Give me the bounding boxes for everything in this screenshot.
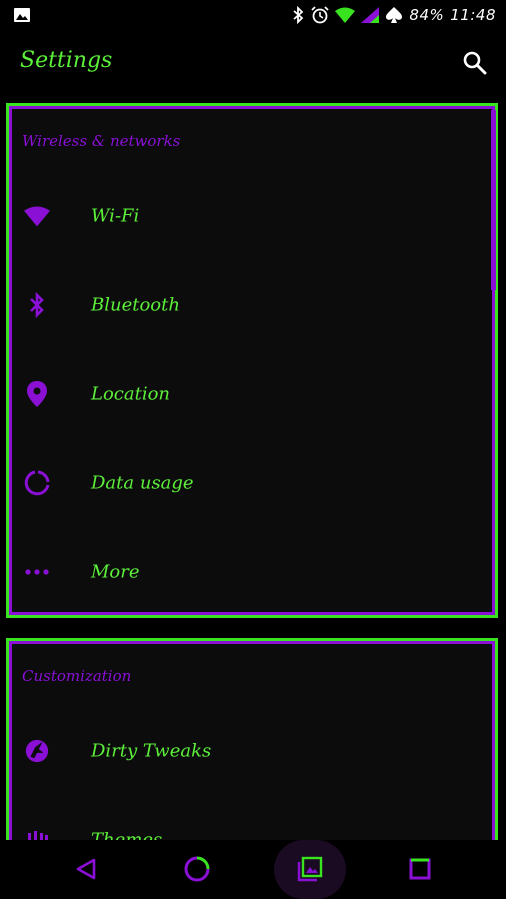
wifi-icon	[24, 203, 50, 229]
bluetooth-icon	[24, 291, 50, 318]
unicorn-icon	[24, 738, 50, 764]
data-usage-icon	[24, 470, 50, 496]
settings-item-label: Location	[91, 383, 171, 404]
spade-icon	[386, 7, 403, 23]
settings-item-label: Bluetooth	[91, 294, 180, 315]
section-title: Wireless & networks	[22, 132, 181, 150]
section-wireless-networks: Wireless & networks Wi-Fi Bluetooth Loca…	[6, 103, 498, 618]
settings-item-dirty-tweaks[interactable]: Dirty Tweaks	[12, 706, 496, 795]
settings-item-label: Wi-Fi	[91, 205, 140, 226]
back-icon	[76, 858, 96, 880]
status-time: 11:48	[450, 6, 496, 24]
settings-item-label: Data usage	[91, 472, 194, 493]
app-bar: Settings	[0, 30, 506, 100]
home-button[interactable]	[177, 849, 217, 889]
screenshot-button[interactable]	[290, 849, 330, 889]
back-button[interactable]	[66, 849, 106, 889]
home-icon	[184, 856, 210, 882]
bluetooth-icon	[293, 6, 304, 24]
settings-item-label: More	[91, 561, 140, 582]
settings-item-more[interactable]: More	[12, 527, 496, 616]
more-dots-icon	[24, 559, 50, 585]
screenshot-icon	[297, 856, 323, 882]
section-customization: Customization Dirty Tweaks Themes	[6, 638, 498, 851]
settings-item-label: Dirty Tweaks	[91, 740, 212, 761]
page-title: Settings	[20, 48, 113, 73]
settings-item-location[interactable]: Location	[12, 349, 496, 438]
navigation-bar	[0, 840, 506, 899]
cell-signal-icon	[361, 7, 380, 23]
section-title: Customization	[22, 667, 132, 685]
recents-icon	[409, 858, 431, 880]
image-notification-icon	[14, 8, 30, 22]
settings-item-wifi[interactable]: Wi-Fi	[12, 171, 496, 260]
wifi-signal-icon	[335, 7, 356, 23]
search-icon[interactable]	[462, 50, 488, 76]
battery-percent: 84%	[409, 6, 445, 24]
alarm-icon	[311, 6, 330, 24]
location-pin-icon	[24, 380, 50, 407]
settings-item-data-usage[interactable]: Data usage	[12, 438, 496, 527]
settings-item-bluetooth[interactable]: Bluetooth	[12, 260, 496, 349]
recents-button[interactable]	[400, 849, 440, 889]
status-bar: 84% 11:48	[0, 0, 506, 30]
